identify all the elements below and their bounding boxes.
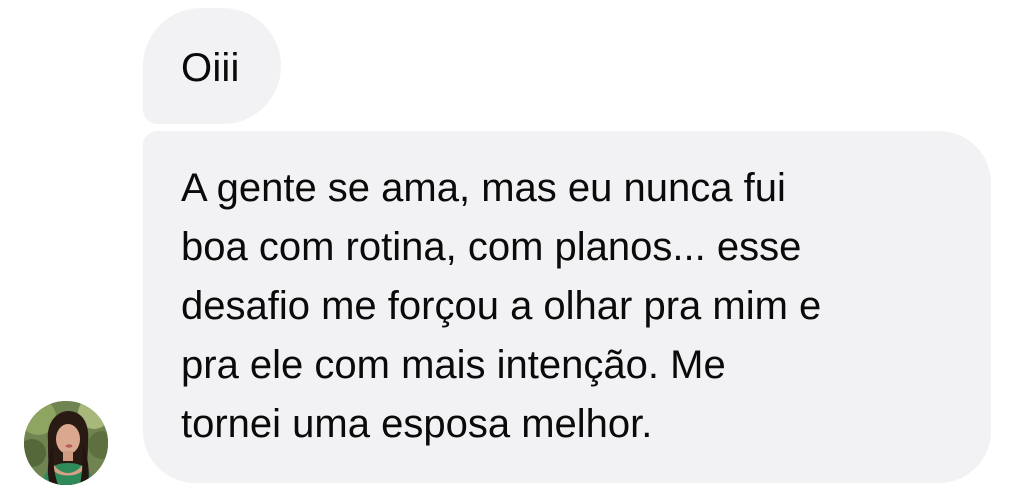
message-text-1: Oiii	[181, 46, 240, 90]
message-bubble-2[interactable]: A gente se ama, mas eu nunca fui boa com…	[143, 131, 991, 483]
message-bubble-1[interactable]: Oiii	[143, 8, 281, 124]
avatar-photo-icon	[24, 401, 108, 485]
message-text-2: A gente se ama, mas eu nunca fui boa com…	[181, 166, 822, 446]
sender-avatar[interactable]	[24, 401, 108, 485]
